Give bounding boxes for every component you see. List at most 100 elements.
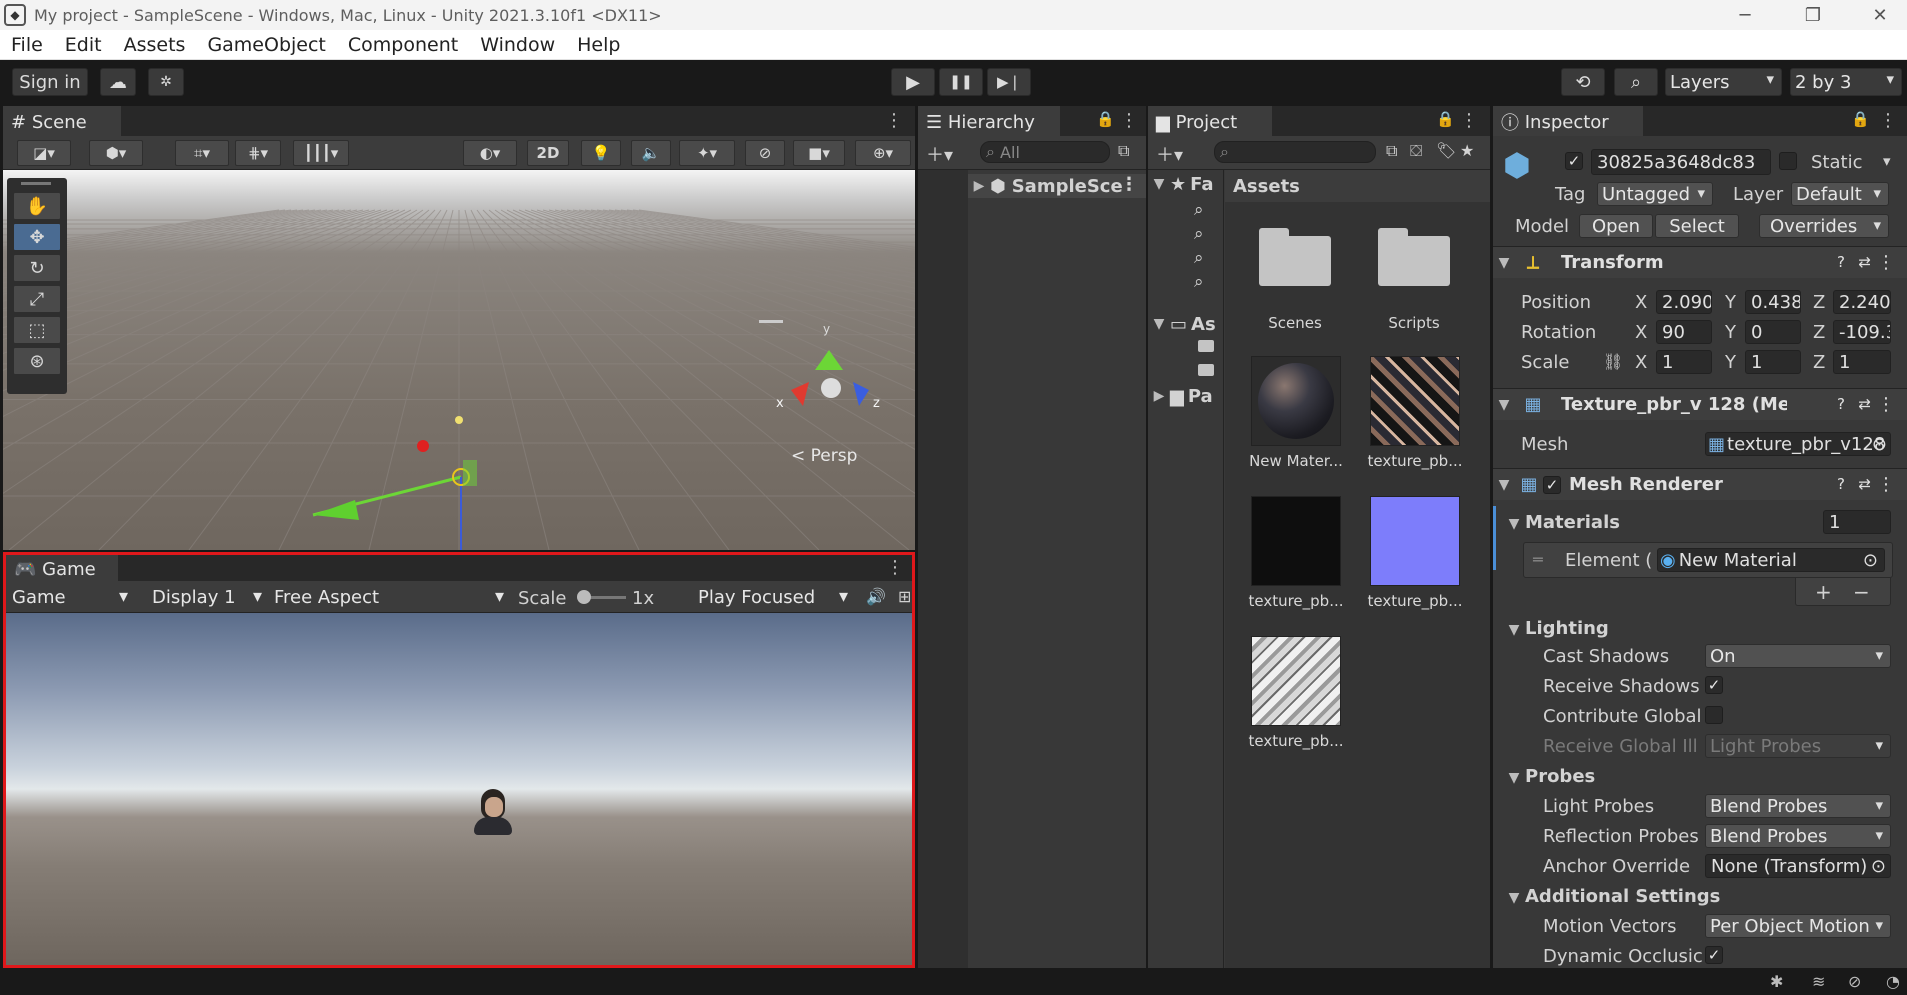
tab-inspector[interactable]: ⓘ Inspector [1493,106,1643,136]
plane-handle[interactable] [463,460,477,486]
tag-dropdown[interactable]: Untagged [1597,182,1713,206]
collapse-arrow-icon[interactable]: ▼ [1493,477,1515,493]
hierarchy-search-input[interactable]: ⌕ All [980,141,1110,163]
scale-y-field[interactable]: 1 [1745,350,1801,374]
item-menu-icon[interactable]: ⋮ [1120,174,1138,195]
chevron-down-icon[interactable]: ▾ [1883,152,1891,170]
project-search-input[interactable]: ⌕ [1214,141,1376,163]
collapse-arrow-icon[interactable]: ▼ [1503,622,1525,638]
collapse-arrow-icon[interactable]: ▼ [1148,316,1170,332]
create-icon[interactable]: ＋▾ [1156,141,1183,167]
rotation-x-field[interactable]: 90 [1656,320,1712,344]
dynamic-occlusion-checkbox[interactable]: ✓ [1705,946,1723,964]
search-icon[interactable]: ⌕ [1194,200,1204,220]
scale-x-field[interactable]: 1 [1656,350,1712,374]
menu-edit[interactable]: Edit [54,34,113,56]
folder-icon[interactable] [1198,340,1214,352]
add-icon[interactable]: ＋▾ [926,141,953,167]
search-icon[interactable]: ⌕ [1614,68,1658,96]
hierarchy-menu-icon[interactable]: ⋮ [1120,110,1138,131]
light-icon[interactable]: 💡 [581,140,621,166]
texture-thumbnail[interactable] [1370,496,1460,586]
active-checkbox[interactable]: ✓ [1565,152,1583,170]
ruler-icon[interactable]: ┃┃┃▾ [293,140,349,166]
tag-icon[interactable]: 🏷 [1436,141,1456,160]
mute-audio-icon[interactable]: 🔊 [866,587,886,606]
material-thumbnail[interactable] [1251,356,1341,446]
game-menu-icon[interactable]: ⋮ [886,557,904,578]
close-button[interactable]: ✕ [1852,0,1907,30]
texture-thumbnail[interactable] [1251,636,1341,726]
rotation-z-field[interactable]: -109.3 [1833,320,1891,344]
history-icon[interactable]: ⟲ [1561,68,1605,96]
contribute-gi-checkbox[interactable] [1705,706,1723,724]
mesh-renderer-enabled-checkbox[interactable]: ✓ [1543,475,1561,494]
rotate-tool-icon[interactable]: ↻ [13,254,61,282]
motion-vectors-dropdown[interactable]: Per Object Motion [1705,914,1891,938]
additional-settings-foldout[interactable]: ▼ Additional Settings [1503,886,1721,907]
favorite-icon[interactable]: ★ [1460,141,1474,160]
gizmos-icon[interactable]: ⊕▾ [855,140,911,166]
object-picker-icon[interactable]: ⊙ [1872,434,1887,455]
tab-hierarchy[interactable]: ☰ Hierarchy [918,106,1060,136]
move-tool-icon[interactable]: ✥ [13,223,61,251]
aspect-dropdown[interactable]: Free Aspect ▾ [270,585,510,609]
scale-slider-handle[interactable] [577,590,591,604]
layers-stack-icon[interactable]: ≋ [1812,972,1825,991]
constrain-proportions-icon[interactable]: ⛓ [1603,352,1623,371]
layers-dropdown[interactable]: Layers [1665,68,1782,96]
progress-icon[interactable]: ◔ [1886,972,1900,991]
collapse-arrow-icon[interactable]: ▼ [1493,255,1515,271]
camera-icon[interactable]: ■▾ [793,140,845,166]
texture-thumbnail[interactable] [1370,356,1460,446]
tab-project[interactable]: ▆ Project [1148,106,1272,136]
menu-window[interactable]: Window [469,34,566,56]
help-icon[interactable]: ? [1837,253,1845,271]
expand-arrow-icon[interactable]: ▶ [1148,388,1170,404]
collapse-arrow-icon[interactable]: ▼ [1493,397,1515,413]
collapse-arrow-icon[interactable]: ▼ [1503,890,1525,906]
select-button[interactable]: Select [1655,214,1739,238]
overrides-dropdown[interactable]: Overrides [1759,214,1889,238]
x-arrow-icon[interactable] [313,500,359,520]
menu-gameobject[interactable]: GameObject [196,34,336,56]
probes-foldout[interactable]: ▼ Probes [1503,766,1596,787]
transform-header[interactable]: ▼ ⟂ Transform ? ⇄ ⋮ [1493,246,1907,278]
menu-file[interactable]: File [0,34,54,56]
gizmo-z-icon[interactable] [853,382,869,406]
project-menu-icon[interactable]: ⋮ [1460,110,1478,131]
preset-icon[interactable]: ⇄ [1858,475,1871,493]
tree-assets[interactable]: ▼ ▭ As [1148,312,1223,336]
texture-thumbnail[interactable] [1251,496,1341,586]
materials-foldout[interactable]: ▼ Materials [1503,512,1620,533]
search-icon[interactable]: ⌕ [1194,272,1204,292]
gizmo-y-icon[interactable] [815,350,843,370]
lighting-foldout[interactable]: ▼ Lighting [1503,618,1609,639]
step-button[interactable]: ▶❘ [987,68,1031,96]
search-icon[interactable]: ⌕ [1194,248,1204,268]
draw-mode-icon[interactable]: ◪▾ [17,140,71,166]
preset-icon[interactable]: ⇄ [1858,253,1871,271]
object-picker-icon[interactable]: ⊙ [1863,550,1878,571]
hand-tool-icon[interactable]: ✋ [13,192,61,220]
play-focus-dropdown[interactable]: Play Focused ▾ [694,585,854,609]
inspector-menu-icon[interactable]: ⋮ [1879,110,1897,131]
menu-component[interactable]: Component [337,34,469,56]
search-by-label-icon[interactable]: ⛋ [1410,141,1422,161]
display-dropdown[interactable]: Display 1 ▾ [148,585,268,609]
mesh-object-field[interactable]: ▦ texture_pbr_v128 ⊙ [1705,432,1891,456]
2d-toggle[interactable]: 2D [527,140,569,166]
collapse-arrow-icon[interactable]: ▼ [1503,770,1525,786]
game-mode-dropdown[interactable]: Game ▾ [8,585,134,609]
position-y-field[interactable]: 0.438 [1745,290,1801,314]
collapse-arrow-icon[interactable]: ▼ [1503,516,1525,532]
tree-favorites[interactable]: ▼ ★ Fa [1148,172,1223,196]
mesh-filter-header[interactable]: ▼ ▦ Texture_pbr_v 128 (Mes ? ⇄ ⋮ [1493,388,1907,420]
lock-icon[interactable]: 🔒 [1096,110,1115,128]
scene-menu-icon[interactable]: ⋮ [885,110,903,131]
anchor-override-field[interactable]: None (Transform) ⊙ [1705,854,1891,878]
menu-help[interactable]: Help [566,34,631,56]
stats-icon[interactable]: ⊞ [898,587,911,606]
rect-tool-icon[interactable]: ⬚ [13,316,61,344]
collapse-arrow-icon[interactable]: ▼ [1148,176,1170,192]
